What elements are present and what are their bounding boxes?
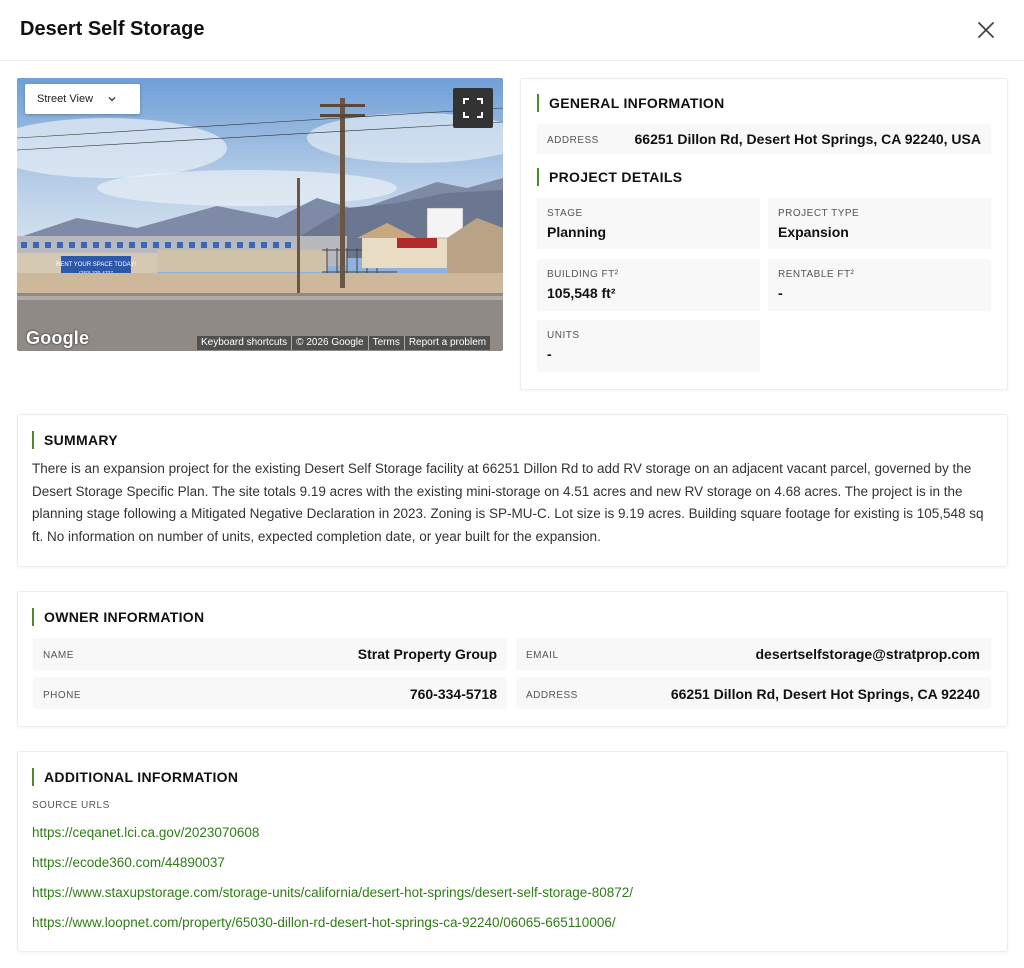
- fullscreen-button[interactable]: [453, 88, 493, 128]
- general-info-heading: GENERAL INFORMATION: [537, 94, 725, 112]
- units-field: [537, 320, 760, 372]
- source-url-link[interactable]: https://www.loopnet.com/property/65030-d…: [32, 915, 616, 930]
- owner-name-label: NAME: [43, 650, 74, 661]
- rentable-ft-field: [768, 259, 991, 311]
- owner-address-label: ADDRESS: [526, 690, 578, 701]
- owner-email-value: desertselfstorage@stratprop.com: [755, 646, 981, 662]
- building-ft-value: 105,548 ft²: [547, 285, 616, 301]
- keyboard-shortcuts-link[interactable]: Keyboard shortcuts: [197, 336, 293, 350]
- close-button[interactable]: [974, 18, 998, 42]
- summary-text: There is an expansion project for the ex…: [32, 461, 984, 544]
- source-url-link[interactable]: https://ceqanet.lci.ca.gov/2023070608: [32, 825, 259, 840]
- general-address-label: ADDRESS: [547, 135, 599, 146]
- owner-heading: OWNER INFORMATION: [32, 608, 204, 626]
- owner-address-value: 66251 Dillon Rd, Desert Hot Springs, CA …: [670, 686, 980, 702]
- project-type-value: Expansion: [778, 224, 849, 240]
- street-view-dropdown[interactable]: Street View: [25, 84, 140, 114]
- terms-link[interactable]: Terms: [368, 336, 405, 350]
- stage-value: Planning: [547, 224, 607, 240]
- copyright-text: © 2026 Google: [292, 336, 369, 350]
- source-url-link[interactable]: https://www.staxupstorage.com/storage-un…: [32, 885, 633, 900]
- rentable-ft-value: -: [778, 285, 783, 301]
- units-value: -: [547, 346, 552, 362]
- street-view-dropdown-label: Street View: [37, 93, 94, 105]
- street-view-image: RENT YOUR SPACE TODAY! (760) 329-4737: [17, 78, 503, 351]
- sign-text: RENT YOUR SPACE TODAY!: [56, 262, 136, 268]
- rentable-ft-label: RENTABLE FT²: [778, 269, 855, 280]
- page-title: Desert Self Storage: [20, 18, 205, 40]
- map-attribution: Keyboard shortcuts © 2026 Google Terms R…: [197, 336, 491, 350]
- chevron-down-icon: [108, 97, 116, 102]
- google-logo: Google: [26, 328, 90, 348]
- fullscreen-icon: [463, 98, 483, 118]
- additional-heading: ADDITIONAL INFORMATION: [32, 768, 238, 786]
- source-url-link[interactable]: https://ecode360.com/44890037: [32, 855, 225, 870]
- owner-phone-label: PHONE: [43, 690, 82, 701]
- modal-header: Desert Self Storage: [0, 0, 1024, 61]
- units-label: UNITS: [547, 330, 580, 341]
- project-details-heading: PROJECT DETAILS: [537, 168, 682, 186]
- close-icon: [978, 22, 994, 38]
- source-urls-label: SOURCE URLS: [32, 800, 110, 811]
- street-view-panel[interactable]: RENT YOUR SPACE TODAY! (760) 329-4737 St…: [17, 78, 503, 351]
- owner-name-value: Strat Property Group: [357, 646, 497, 662]
- owner-email-label: EMAIL: [526, 650, 559, 661]
- report-problem-link[interactable]: Report a problem: [404, 336, 491, 350]
- summary-heading: SUMMARY: [32, 431, 118, 449]
- general-address-value: 66251 Dillon Rd, Desert Hot Springs, CA …: [634, 131, 981, 147]
- stage-label: STAGE: [547, 208, 583, 219]
- building-ft-label: BUILDING FT²: [547, 269, 619, 280]
- owner-phone-value: 760-334-5718: [409, 686, 497, 702]
- project-type-label: PROJECT TYPE: [778, 208, 860, 219]
